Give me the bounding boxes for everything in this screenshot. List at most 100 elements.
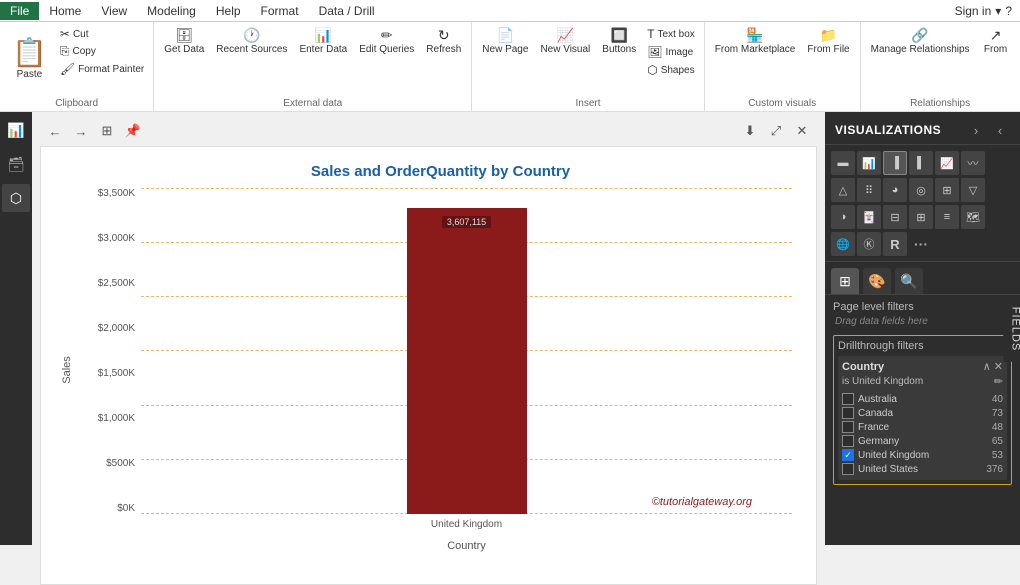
format-panel-tab[interactable]: 🎨 [863,268,891,294]
filter-item-us: United States 376 [842,462,1003,476]
checkbox-us[interactable] [842,463,854,475]
filter-item-australia: Australia 40 [842,392,1003,406]
new-visual-icon: 📈 [557,28,574,42]
slicer-icon[interactable]: ≡ [935,205,959,229]
close-icon[interactable]: ✕ [791,120,813,142]
pin-icon[interactable]: 📌 [122,120,144,142]
new-page-button[interactable]: 📄 New Page [478,26,532,58]
recent-sources-button[interactable]: 🕐 Recent Sources [212,26,291,58]
help-icon[interactable]: ? [1005,4,1012,18]
count-us: 376 [986,464,1003,475]
main-area: 📊 🗃 ⬡ ← → ⊞ 📌 ⬇ ⤢ ✕ Sales and OrderQuant… [0,112,1020,545]
manage-relationships-button[interactable]: 🔗 Manage Relationships [867,26,974,58]
table-icon[interactable]: ⊟ [883,205,907,229]
menu-format[interactable]: Format [251,2,309,20]
enter-data-icon: 📊 [315,28,332,42]
matrix-icon[interactable]: ⊞ [909,205,933,229]
manage-relationships-icon: 🔗 [911,28,928,42]
y-tick-2: $3,000K [98,233,135,244]
image-button[interactable]: 🖼 Image [644,44,698,60]
fields-panel-tab[interactable]: ⊞ [831,268,859,294]
from-marketplace-button[interactable]: 🏪 From Marketplace [711,26,800,58]
watermark: ©tutorialgateway.org [652,496,752,508]
menu-data-drill[interactable]: Data / Drill [309,2,385,20]
more-visuals-button[interactable]: ··· [909,232,933,256]
checkbox-france[interactable] [842,421,854,433]
expand-icon[interactable]: ⤢ [765,120,787,142]
donut-chart-icon[interactable]: ◎ [909,178,933,202]
bar-chart-icon[interactable]: 📊 [857,151,881,175]
from-button[interactable]: ↗ From [978,26,1014,58]
copy-button[interactable]: ⎘ Copy [57,43,147,60]
filter-card-header: Country ∧ ✕ [842,360,1003,373]
y-tick-4: $2,000K [98,323,135,334]
menu-file[interactable]: File [0,2,39,20]
menu-home[interactable]: Home [39,2,91,20]
checkbox-germany[interactable] [842,435,854,447]
country-france: France [858,422,889,433]
new-visual-button[interactable]: 📈 New Visual [536,26,594,58]
paste-icon: 📋 [12,39,47,67]
panel-title: VISUALIZATIONS [835,123,941,137]
checkbox-canada[interactable] [842,407,854,419]
from-file-button[interactable]: 📁 From File [803,26,853,58]
fields-tab[interactable]: FIELDS [1004,296,1020,361]
y-axis-label: Sales [61,356,73,384]
zoom-fit-button[interactable]: ⊞ [96,120,118,142]
map-icon[interactable]: 🗺 [961,205,985,229]
enter-data-button[interactable]: 📊 Enter Data [295,26,351,58]
filter-chevron-up-icon[interactable]: ∧ [983,360,991,373]
shapes-button[interactable]: ⬡ Shapes [644,62,698,78]
kpi-icon[interactable]: Ⓚ [857,232,881,256]
analytics-panel-tab[interactable]: 🔍 [895,268,923,294]
checkbox-australia[interactable] [842,393,854,405]
filter-clear-icon[interactable]: ✕ [994,360,1003,373]
stacked-bar-chart-icon[interactable]: ▬ [831,151,855,175]
plot-area: 3,607,115 [141,188,792,514]
area-chart-icon[interactable]: △ [831,178,855,202]
combo-icon[interactable]: 📈 [935,151,959,175]
close-panel-button[interactable]: ‹ [990,120,1010,140]
text-box-button[interactable]: T Text box [644,26,698,42]
line-chart-icon[interactable]: 〰 [961,151,985,175]
filled-map-icon[interactable]: 🌐 [831,232,855,256]
drillthrough-box: Drillthrough filters Country ∧ ✕ is Unit… [833,335,1012,485]
edit-queries-button[interactable]: ✏ Edit Queries [355,26,418,58]
scatter-chart-icon[interactable]: ⠿ [857,178,881,202]
checkbox-uk[interactable]: ✓ [842,449,854,461]
back-button[interactable]: ← [44,120,66,142]
funnel-icon[interactable]: ▽ [961,178,985,202]
column-chart-icon[interactable]: ▐ [883,151,907,175]
paste-button[interactable]: 📋 Paste [6,26,53,94]
pie-chart-icon[interactable]: ◕ [883,178,907,202]
menu-modeling[interactable]: Modeling [137,2,206,20]
cut-icon: ✂ [60,27,70,41]
get-data-icon: 🗄 [175,28,193,42]
y-tick-3: $2,500K [98,278,135,289]
download-icon[interactable]: ⬇ [739,120,761,142]
get-data-button[interactable]: 🗄 Get Data [160,26,208,58]
gauge-icon[interactable]: ◑ [831,205,855,229]
format-painter-button[interactable]: 🖌 Format Painter [57,61,147,77]
sidebar-report-icon[interactable]: 📊 [2,116,30,144]
expand-panel-button[interactable]: › [966,120,986,140]
filter-subtitle: is United Kingdom ✏ [842,375,1003,388]
filter-edit-icon[interactable]: ✏ [994,375,1003,388]
buttons-button[interactable]: 🔲 Buttons [598,26,640,58]
cut-button[interactable]: ✂ Cut [57,26,147,42]
stacked-col-icon[interactable]: ▌ [909,151,933,175]
menu-bar: File Home View Modeling Help Format Data… [0,0,1020,22]
image-icon: 🖼 [647,45,662,59]
bar-united-kingdom[interactable]: 3,607,115 [407,208,527,514]
menu-view[interactable]: View [91,2,137,20]
r-visual-icon[interactable]: R [883,232,907,256]
canvas-toolbar-left: ← → ⊞ 📌 [44,120,144,142]
sign-in[interactable]: Sign in ▾ ? [955,4,1020,18]
refresh-button[interactable]: ↻ Refresh [422,26,465,58]
card-icon[interactable]: 🃏 [857,205,881,229]
menu-help[interactable]: Help [206,2,251,20]
sidebar-data-icon[interactable]: 🗃 [2,150,30,178]
treemap-icon[interactable]: ⊞ [935,178,959,202]
forward-button[interactable]: → [70,120,92,142]
sidebar-model-icon[interactable]: ⬡ [2,184,30,212]
